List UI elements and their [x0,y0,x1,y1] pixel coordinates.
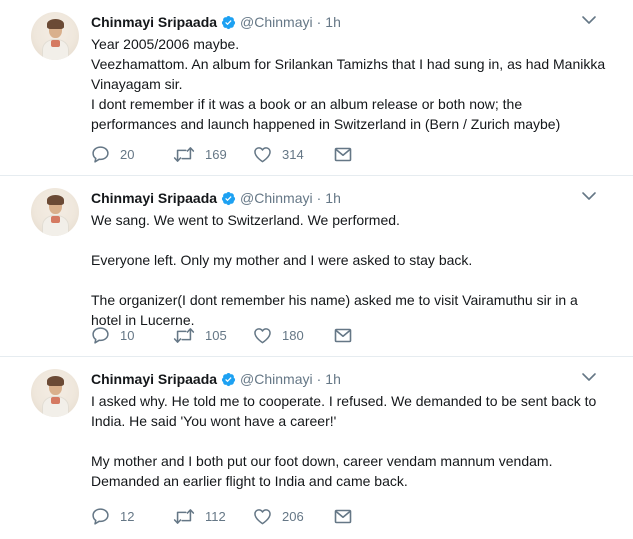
heart-icon [254,146,271,162]
author-name[interactable]: Chinmayi Sripaada [91,371,217,387]
author-handle[interactable]: @Chinmayi [240,14,313,30]
tweet-paragraph: We sang. We went to Switzerland. We perf… [91,212,578,328]
verified-badge-icon [221,15,236,29]
tweet-actions: 20 169 314 [91,144,354,164]
author-handle[interactable]: @Chinmayi [240,371,313,387]
tweet-text: We sang. We went to Switzerland. We perf… [91,210,606,330]
avatar[interactable] [31,12,79,60]
envelope-icon [334,147,352,161]
like-count: 180 [282,327,304,343]
like-button[interactable]: 314 [253,144,334,164]
retweet-icon [173,327,195,343]
tweet-timestamp[interactable]: 1h [325,14,341,30]
retweet-count: 112 [205,508,226,524]
retweet-button[interactable]: 112 [173,506,253,526]
retweet-count: 169 [205,146,227,162]
reply-icon [92,327,109,344]
author-name[interactable]: Chinmayi Sripaada [91,14,217,30]
tweet[interactable]: Chinmayi Sripaada @Chinmayi · 1h I asked… [0,357,633,539]
reply-button[interactable]: 20 [91,144,173,164]
chevron-down-icon[interactable] [581,14,597,26]
tweet[interactable]: Chinmayi Sripaada @Chinmayi · 1h Year 20… [0,0,633,176]
author-handle[interactable]: @Chinmayi [240,190,313,206]
tweet-timestamp[interactable]: 1h [325,371,341,387]
verified-badge-icon [221,191,236,205]
tweet-timestamp[interactable]: 1h [325,190,341,206]
tweet-actions: 12 112 206 [91,506,354,526]
direct-message-button[interactable] [334,325,354,345]
retweet-count: 105 [205,327,227,343]
separator-dot: · [316,190,322,206]
tweet-paragraph: I asked why. He told me to cooperate. I … [91,393,597,489]
heart-icon [254,327,271,343]
separator-dot: · [316,371,322,387]
like-count: 206 [282,508,304,524]
tweet-text: Year 2005/2006 maybe. Veezhamattom. An a… [91,34,606,134]
tweet-paragraph: Year 2005/2006 maybe. Veezhamattom. An a… [91,36,606,132]
tweet-text: I asked why. He told me to cooperate. I … [91,391,606,491]
envelope-icon [334,328,352,342]
reply-button[interactable]: 10 [91,325,173,345]
retweet-icon [173,146,195,162]
avatar[interactable] [31,369,79,417]
avatar[interactable] [31,188,79,236]
like-button[interactable]: 180 [253,325,334,345]
retweet-button[interactable]: 105 [173,325,253,345]
tweet-header: Chinmayi Sripaada @Chinmayi · 1h [91,188,341,208]
tweet-header: Chinmayi Sripaada @Chinmayi · 1h [91,369,341,389]
reply-count: 10 [120,327,135,343]
like-button[interactable]: 206 [253,506,334,526]
verified-badge-icon [221,372,236,386]
reply-count: 12 [120,508,135,524]
reply-icon [92,146,109,163]
chevron-down-icon[interactable] [581,190,597,202]
retweet-icon [173,508,195,524]
tweet[interactable]: Chinmayi Sripaada @Chinmayi · 1h We sang… [0,176,633,357]
chevron-down-icon[interactable] [581,371,597,383]
retweet-button[interactable]: 169 [173,144,253,164]
direct-message-button[interactable] [334,144,354,164]
like-count: 314 [282,146,304,162]
reply-count: 20 [120,146,135,162]
reply-icon [92,508,109,525]
envelope-icon [334,509,352,523]
tweet-actions: 10 105 180 [91,325,354,345]
direct-message-button[interactable] [334,506,354,526]
author-name[interactable]: Chinmayi Sripaada [91,190,217,206]
tweet-thread: Chinmayi Sripaada @Chinmayi · 1h Year 20… [0,0,633,539]
tweet-header: Chinmayi Sripaada @Chinmayi · 1h [91,12,341,32]
separator-dot: · [316,14,322,30]
heart-icon [254,508,271,524]
reply-button[interactable]: 12 [91,506,173,526]
